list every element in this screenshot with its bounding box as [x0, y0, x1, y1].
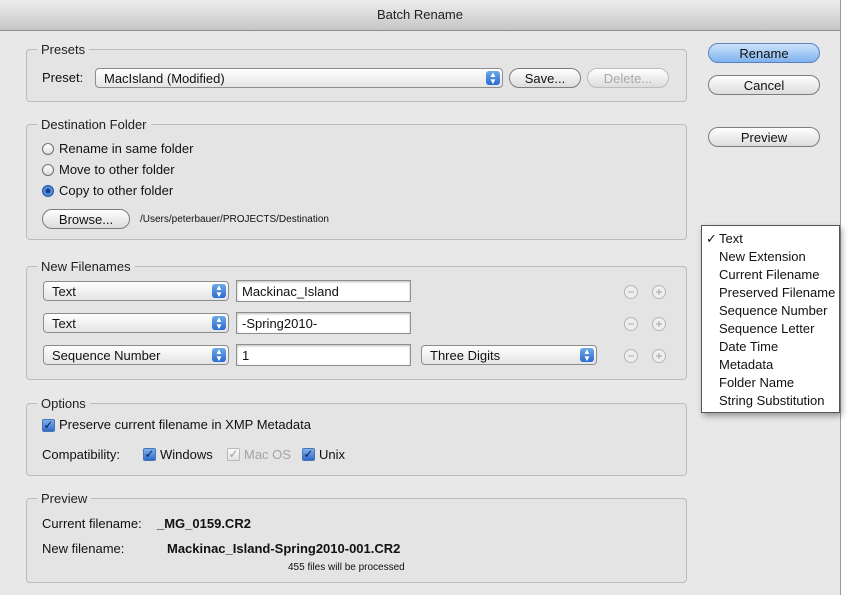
updown-arrows-icon: ▲ ▼ [212, 348, 226, 363]
menu-item-new-extension[interactable]: New Extension [719, 249, 806, 264]
windows-checkbox[interactable]: ✓ [143, 448, 156, 461]
unix-label: Unix [319, 447, 346, 462]
rename-same-folder-label: Rename in same folder [59, 141, 194, 156]
remove-row-1-icon[interactable]: − [624, 285, 638, 299]
preserve-filename-label: Preserve current filename in XMP Metadat… [59, 417, 311, 432]
current-filename-value: _MG_0159.CR2 [157, 516, 251, 531]
macos-label: Mac OS [244, 447, 291, 462]
remove-row-2-icon[interactable]: − [624, 317, 638, 331]
presets-legend: Presets [41, 42, 86, 57]
preset-value: MacIsland (Modified) [104, 71, 225, 86]
filename-row-1-type-select[interactable]: Text ▲ ▼ [43, 281, 229, 301]
menu-item-metadata[interactable]: Metadata [719, 357, 773, 372]
preview-button[interactable]: Preview [708, 127, 820, 147]
updown-arrows-icon: ▲ ▼ [486, 71, 500, 86]
current-filename-label: Current filename: [42, 516, 142, 531]
compatibility-label: Compatibility: [42, 447, 121, 462]
delete-preset-button[interactable]: Delete... [587, 68, 669, 88]
filename-row-1-text-input[interactable]: Mackinac_Island [236, 280, 411, 302]
filename-row-3-number-input[interactable]: 1 [236, 344, 411, 366]
menu-item-text[interactable]: Text [719, 231, 743, 246]
menu-item-folder-name[interactable]: Folder Name [719, 375, 794, 390]
menu-item-preserved-filename[interactable]: Preserved Filename [719, 285, 835, 300]
destination-legend: Destination Folder [41, 117, 147, 132]
menu-item-current-filename[interactable]: Current Filename [719, 267, 819, 282]
browse-button[interactable]: Browse... [42, 209, 130, 229]
new-filename-value: Mackinac_Island-Spring2010-001.CR2 [167, 541, 401, 556]
filename-row-3-type-select[interactable]: Sequence Number ▲ ▼ [43, 345, 229, 365]
filename-type-menu: ✓ Text New Extension Current Filename Pr… [701, 225, 840, 413]
files-count-text: 455 files will be processed [288, 562, 405, 573]
save-preset-button[interactable]: Save... [509, 68, 581, 88]
new-filename-label: New filename: [42, 541, 125, 556]
updown-arrows-icon: ▲ ▼ [580, 348, 594, 363]
preset-select[interactable]: MacIsland (Modified) ▲ ▼ [95, 68, 503, 88]
rename-same-folder-radio[interactable] [42, 143, 54, 155]
updown-arrows-icon: ▲ ▼ [212, 316, 226, 331]
add-row-2-icon[interactable]: + [652, 317, 666, 331]
copy-other-folder-radio[interactable] [42, 185, 54, 197]
cancel-button[interactable]: Cancel [708, 75, 820, 95]
move-other-folder-label: Move to other folder [59, 162, 175, 177]
filename-row-2-type-select[interactable]: Text ▲ ▼ [43, 313, 229, 333]
sequence-digits-value: Three Digits [430, 348, 501, 363]
window-title: Batch Rename [0, 0, 840, 31]
add-row-3-icon[interactable]: + [652, 349, 666, 363]
updown-arrows-icon: ▲ ▼ [212, 284, 226, 299]
filename-row-2-type: Text [52, 316, 76, 331]
options-group: Options [26, 396, 687, 476]
filename-row-1-type: Text [52, 284, 76, 299]
copy-other-folder-label: Copy to other folder [59, 183, 174, 198]
sequence-digits-select[interactable]: Three Digits ▲ ▼ [421, 345, 597, 365]
move-other-folder-radio[interactable] [42, 164, 54, 176]
menu-item-string-substitution[interactable]: String Substitution [719, 393, 825, 408]
new-filenames-legend: New Filenames [41, 259, 131, 274]
preview-legend: Preview [41, 491, 88, 506]
add-row-1-icon[interactable]: + [652, 285, 666, 299]
macos-checkbox: ✓ [227, 447, 240, 461]
preset-label: Preset: [42, 70, 84, 85]
menu-item-sequence-letter[interactable]: Sequence Letter [719, 321, 814, 336]
rename-button[interactable]: Rename [708, 43, 820, 63]
destination-path: /Users/peterbauer/PROJECTS/Destination [140, 214, 329, 225]
filename-row-3-type: Sequence Number [52, 348, 161, 363]
windows-label: Windows [160, 447, 213, 462]
options-legend: Options [41, 396, 86, 411]
menu-item-sequence-number[interactable]: Sequence Number [719, 303, 827, 318]
preserve-filename-checkbox[interactable]: ✓ [42, 419, 55, 432]
menu-item-date-time[interactable]: Date Time [719, 339, 778, 354]
filename-row-2-text-input[interactable]: -Spring2010- [236, 312, 411, 334]
checkmark-icon: ✓ [706, 231, 717, 246]
remove-row-3-icon[interactable]: − [624, 349, 638, 363]
unix-checkbox[interactable]: ✓ [302, 448, 315, 461]
